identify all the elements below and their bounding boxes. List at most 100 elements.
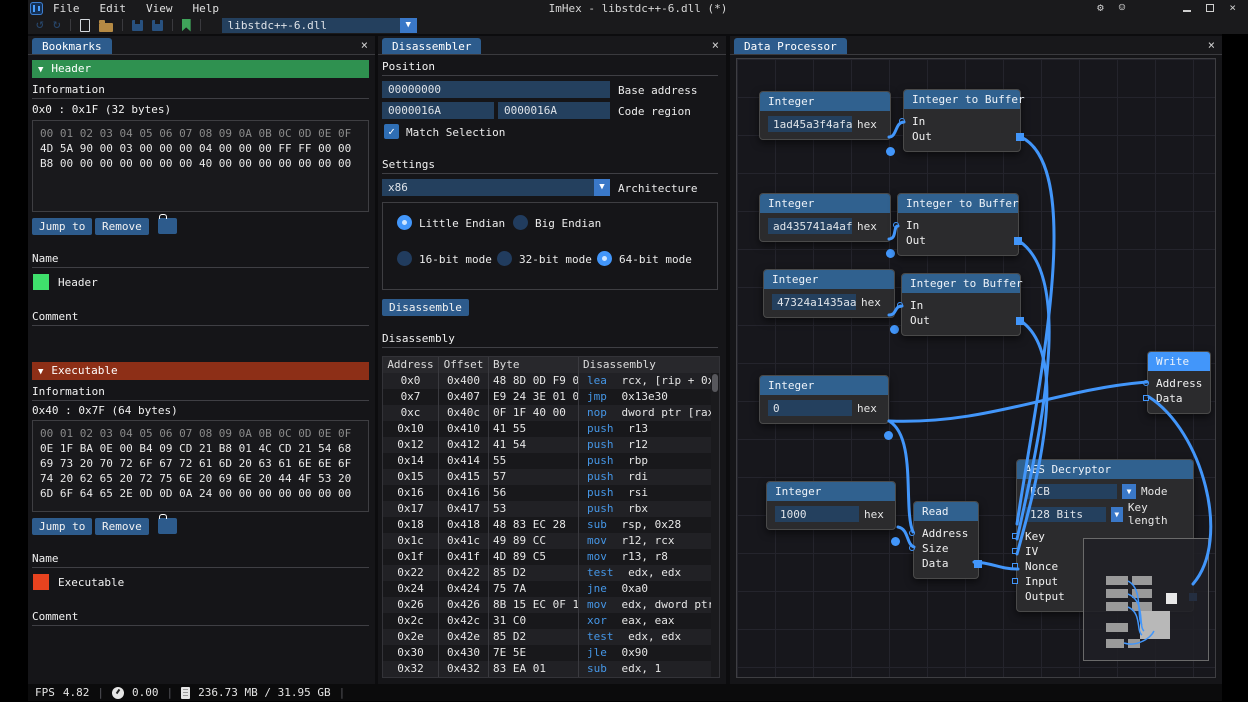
node-integer-to-buffer-1[interactable]: Integer to Buffer In Out — [903, 89, 1021, 152]
disassembly-row[interactable]: 0x10 0x410 41 55 push r13 — [383, 421, 711, 437]
close-panel-icon[interactable]: × — [712, 38, 719, 52]
new-file-icon[interactable] — [80, 19, 90, 32]
tab-data-processor[interactable]: Data Processor — [734, 38, 847, 54]
pin-size[interactable]: Size — [922, 541, 970, 556]
node-title[interactable]: AES Decryptor — [1017, 460, 1193, 479]
integer-value-input[interactable]: ad435741a4afde — [768, 218, 852, 234]
disassembly-row[interactable]: 0x16 0x416 56 push rsi — [383, 485, 711, 501]
aes-keylength-combo[interactable]: 128 Bits ▼ Key length — [1025, 501, 1185, 527]
disassembly-row[interactable]: 0xc 0x40c 0F 1F 40 00 nop dword ptr [rax… — [383, 405, 711, 421]
disassembly-row[interactable]: 0x1c 0x41c 49 89 CC mov r12, rcx — [383, 533, 711, 549]
tab-disassembler[interactable]: Disassembler — [382, 38, 481, 54]
node-integer-1[interactable]: Integer 1ad45a3f4afad4 hex — [759, 91, 891, 140]
output-pin[interactable] — [886, 249, 895, 258]
match-selection-checkbox[interactable]: ✓ — [384, 124, 399, 139]
save-icon[interactable] — [132, 20, 143, 31]
output-pin[interactable] — [890, 325, 899, 334]
menu-edit[interactable]: Edit — [90, 2, 137, 15]
pin-in[interactable]: In — [910, 298, 1012, 313]
output-pin[interactable] — [891, 537, 900, 546]
radio-64-bit-mode[interactable] — [597, 251, 612, 266]
remove-button[interactable]: Remove — [95, 518, 149, 535]
feedback-smiley-icon[interactable]: ☺ — [1119, 0, 1126, 16]
node-title[interactable]: Read — [914, 502, 978, 521]
pin-out[interactable]: Out — [910, 313, 1012, 328]
radio-little-endian[interactable] — [397, 215, 412, 230]
column-header-disassembly[interactable]: Disassembly — [579, 357, 719, 373]
node-integer-5[interactable]: Integer 1000 hex — [766, 481, 896, 530]
pin-in[interactable]: In — [906, 218, 1010, 233]
disassembly-row[interactable]: 0x26 0x426 8B 15 EC 0F 1 mov edx, dword … — [383, 597, 711, 613]
node-integer-4[interactable]: Integer 0 hex — [759, 375, 889, 424]
open-file-icon[interactable] — [99, 23, 113, 32]
node-title[interactable]: Integer — [764, 270, 894, 289]
integer-value-input[interactable]: 1000 — [775, 506, 859, 522]
bookmark-name-value[interactable]: Header — [58, 276, 98, 289]
menu-view[interactable]: View — [136, 2, 183, 15]
jump-to-button[interactable]: Jump to — [32, 218, 92, 235]
settings-gear-icon[interactable]: ⚙ — [1097, 0, 1104, 16]
radio-32-bit-mode[interactable] — [497, 251, 512, 266]
node-title[interactable]: Integer — [760, 194, 890, 213]
pin-out[interactable]: Out — [912, 129, 1012, 144]
node-title[interactable]: Integer to Buffer — [904, 90, 1020, 109]
bookmark-name-value[interactable]: Executable — [58, 576, 124, 589]
pin-address[interactable]: Address — [922, 526, 970, 541]
node-integer-2[interactable]: Integer ad435741a4afde hex — [759, 193, 891, 242]
dropdown-icon[interactable]: ▼ — [1111, 507, 1123, 522]
disassembly-row[interactable]: 0x2e 0x42e 85 D2 test edx, edx — [383, 629, 711, 645]
file-selector-value[interactable]: libstdc++-6.dll — [222, 18, 400, 33]
integer-value-input[interactable]: 0 — [768, 400, 852, 416]
disassembly-row[interactable]: 0x24 0x424 75 7A jne 0xa0 — [383, 581, 711, 597]
bookmark-header-collapsible[interactable]: ▼Header — [32, 60, 369, 78]
disassembly-row[interactable]: 0x32 0x432 83 EA 01 sub edx, 1 — [383, 661, 711, 677]
disassembly-table[interactable]: Address Offset Byte Disassembly 0x0 0x40… — [382, 356, 720, 678]
lock-button[interactable] — [158, 218, 177, 234]
remove-button[interactable]: Remove — [95, 218, 149, 235]
table-scrollbar[interactable] — [711, 373, 719, 677]
disassembly-row[interactable]: 0x1f 0x41f 4D 89 C5 mov r13, r8 — [383, 549, 711, 565]
node-title[interactable]: Integer to Buffer — [902, 274, 1020, 293]
dropdown-icon[interactable]: ▼ — [1122, 484, 1136, 499]
node-title[interactable]: Integer — [767, 482, 895, 501]
hex-preview[interactable]: 00 01 02 03 04 05 06 07 08 09 0A 0B 0C 0… — [32, 120, 369, 212]
disassembly-row[interactable]: 0x7 0x407 E9 24 3E 01 0 jmp 0x13e30 — [383, 389, 711, 405]
disassembly-row[interactable]: 0x18 0x418 48 83 EC 28 sub rsp, 0x28 — [383, 517, 711, 533]
create-bookmark-icon[interactable] — [182, 19, 191, 32]
output-pin[interactable] — [884, 431, 893, 440]
disassembly-row[interactable]: 0x30 0x430 7E 5E jle 0x90 — [383, 645, 711, 661]
column-header-byte[interactable]: Byte — [489, 357, 579, 373]
output-pin[interactable] — [886, 147, 895, 156]
disassembly-row[interactable]: 0x12 0x412 41 54 push r12 — [383, 437, 711, 453]
aes-mode-combo[interactable]: ECB ▼ Mode — [1025, 484, 1185, 499]
node-title[interactable]: Write — [1148, 352, 1210, 371]
file-selector-dropdown-icon[interactable]: ▼ — [400, 18, 417, 33]
pin-out[interactable]: Out — [906, 233, 1010, 248]
radio-16-bit-mode[interactable] — [397, 251, 412, 266]
code-region-start-input[interactable]: 0000016A — [382, 102, 494, 119]
node-editor-minimap[interactable] — [1083, 538, 1209, 661]
hex-preview[interactable]: 00 01 02 03 04 05 06 07 08 09 0A 0B 0C 0… — [32, 420, 369, 512]
node-integer-to-buffer-2[interactable]: Integer to Buffer In Out — [897, 193, 1019, 256]
menu-help[interactable]: Help — [183, 2, 230, 15]
node-write[interactable]: Write Address Data — [1147, 351, 1211, 414]
disassembly-row[interactable]: 0x14 0x414 55 push rbp — [383, 453, 711, 469]
integer-value-input[interactable]: 47324a1435aafe — [772, 294, 856, 310]
node-title[interactable]: Integer — [760, 376, 888, 395]
integer-value-input[interactable]: 1ad45a3f4afad4 — [768, 116, 852, 132]
undo-icon[interactable]: ↺ — [36, 17, 44, 33]
bookmark-header-collapsible[interactable]: ▼Executable — [32, 362, 369, 380]
minimize-button[interactable] — [1183, 10, 1191, 12]
node-title[interactable]: Integer to Buffer — [898, 194, 1018, 213]
radio-big-endian[interactable] — [513, 215, 528, 230]
disassembly-row[interactable]: 0x15 0x415 57 push rdi — [383, 469, 711, 485]
close-panel-icon[interactable]: × — [1208, 38, 1215, 52]
node-title[interactable]: Integer — [760, 92, 890, 111]
column-header-offset[interactable]: Offset — [439, 357, 489, 373]
disassemble-button[interactable]: Disassemble — [382, 299, 469, 316]
pin-in[interactable]: In — [912, 114, 1012, 129]
disassembly-row[interactable]: 0x2c 0x42c 31 C0 xor eax, eax — [383, 613, 711, 629]
aes-mode-value[interactable]: ECB — [1025, 484, 1117, 499]
pin-data[interactable]: Data — [1156, 391, 1202, 406]
node-editor-canvas[interactable]: Integer 1ad45a3f4afad4 hex Integer ad435… — [736, 58, 1216, 678]
